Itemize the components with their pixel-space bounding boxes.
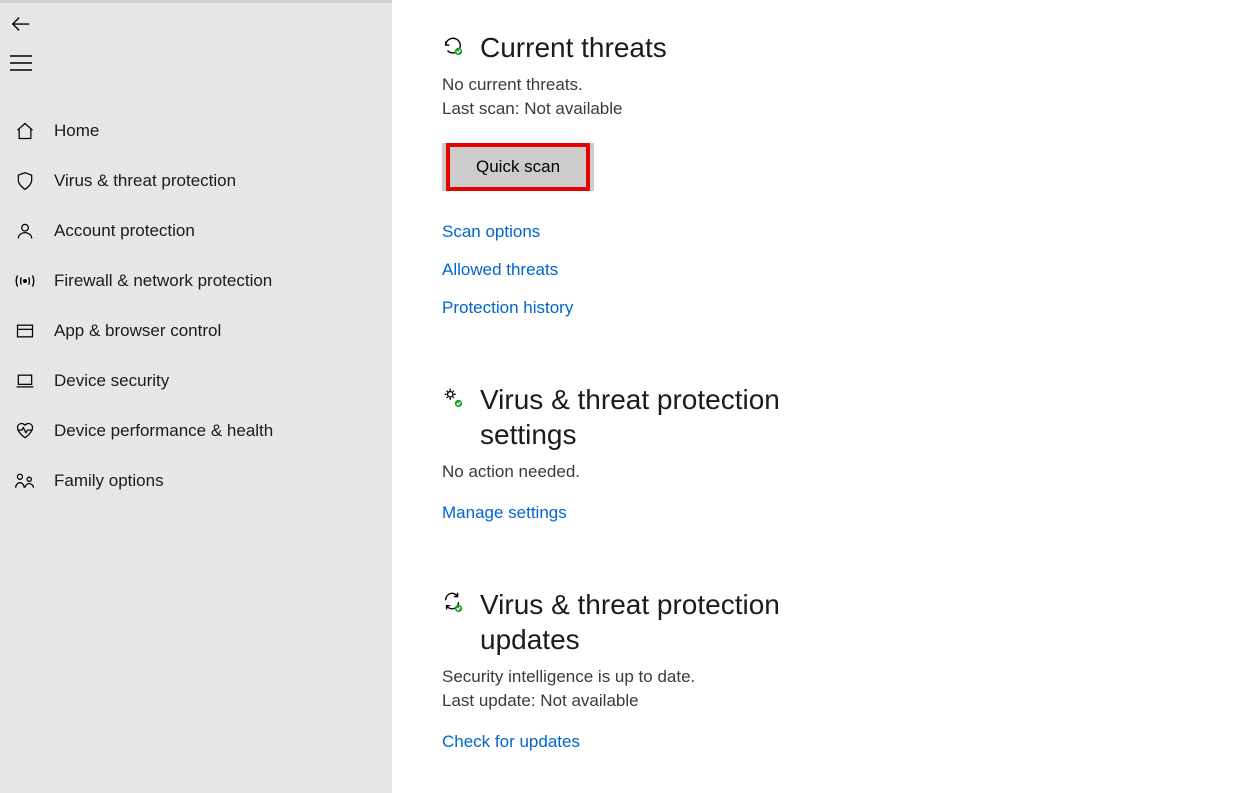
sidebar-item-device-security[interactable]: Device security xyxy=(0,356,392,406)
history-shield-icon xyxy=(442,34,464,60)
window-icon xyxy=(10,321,40,341)
check-updates-link[interactable]: Check for updates xyxy=(442,732,1195,752)
section-title: Virus & threat protection updates xyxy=(480,587,810,657)
home-icon xyxy=(10,121,40,141)
updates-last: Last update: Not available xyxy=(442,691,1195,711)
sidebar-nav: Home Virus & threat protection Account p… xyxy=(0,106,392,506)
gear-check-icon xyxy=(442,386,464,412)
sidebar-item-virus-threat[interactable]: Virus & threat protection xyxy=(0,156,392,206)
section-vtp-updates: Virus & threat protection updates Securi… xyxy=(442,587,1195,761)
section-vtp-settings: Virus & threat protection settings No ac… xyxy=(442,382,1195,532)
main-content: Current threats No current threats. Last… xyxy=(392,0,1245,793)
sidebar-item-app-browser[interactable]: App & browser control xyxy=(0,306,392,356)
hamburger-button[interactable] xyxy=(0,35,392,71)
sidebar-item-label: Family options xyxy=(54,471,164,491)
person-icon xyxy=(10,221,40,241)
sidebar-item-family[interactable]: Family options xyxy=(0,456,392,506)
sidebar-item-label: Virus & threat protection xyxy=(54,171,236,191)
sidebar-item-firewall[interactable]: Firewall & network protection xyxy=(0,256,392,306)
heart-icon xyxy=(10,421,40,441)
sidebar-item-account[interactable]: Account protection xyxy=(0,206,392,256)
arrow-left-icon xyxy=(10,13,32,35)
section-title: Current threats xyxy=(480,30,667,65)
sidebar-item-label: Device performance & health xyxy=(54,421,273,441)
scan-options-link[interactable]: Scan options xyxy=(442,222,1195,242)
quick-scan-button[interactable]: Quick scan xyxy=(454,151,582,183)
back-button[interactable] xyxy=(0,3,392,35)
protection-history-link[interactable]: Protection history xyxy=(442,298,1195,318)
sidebar-item-label: App & browser control xyxy=(54,321,221,341)
manage-settings-link[interactable]: Manage settings xyxy=(442,503,1195,523)
threats-status: No current threats. xyxy=(442,75,1195,95)
quick-scan-highlight: Quick scan xyxy=(446,143,590,191)
sidebar: Home Virus & threat protection Account p… xyxy=(0,0,392,793)
section-title: Virus & threat protection settings xyxy=(480,382,810,452)
settings-status: No action needed. xyxy=(442,462,1195,482)
signal-icon xyxy=(10,271,40,291)
sidebar-item-label: Device security xyxy=(54,371,169,391)
section-current-threats: Current threats No current threats. Last… xyxy=(442,30,1195,327)
sidebar-item-label: Home xyxy=(54,121,99,141)
hamburger-icon xyxy=(10,55,32,71)
sidebar-item-performance[interactable]: Device performance & health xyxy=(0,406,392,456)
sidebar-item-home[interactable]: Home xyxy=(0,106,392,156)
quick-scan-container: Quick scan xyxy=(442,143,594,191)
sidebar-item-label: Account protection xyxy=(54,221,195,241)
allowed-threats-link[interactable]: Allowed threats xyxy=(442,260,1195,280)
refresh-check-icon xyxy=(442,591,464,617)
threats-last-scan: Last scan: Not available xyxy=(442,99,1195,119)
laptop-icon xyxy=(10,371,40,391)
updates-status: Security intelligence is up to date. xyxy=(442,667,1195,687)
family-icon xyxy=(10,471,40,491)
shield-icon xyxy=(10,171,40,191)
sidebar-item-label: Firewall & network protection xyxy=(54,271,272,291)
